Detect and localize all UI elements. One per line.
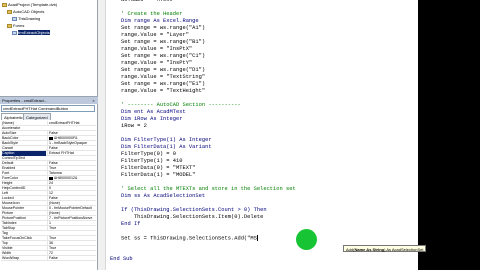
code-line[interactable]: range.Value = "InsPtX" xyxy=(121,46,192,53)
code-line[interactable]: range.Value = "Layer" xyxy=(121,32,189,39)
cursor-highlight-dot xyxy=(296,229,317,250)
folder-icon xyxy=(7,9,12,14)
folder-icon xyxy=(7,23,12,28)
properties-title-text: Properties - cmdExtract... xyxy=(2,98,48,103)
code-line[interactable]: range.Value = "TextString" xyxy=(121,74,205,81)
tree-item[interactable]: frmExtractObjects xyxy=(12,30,50,36)
code-line[interactable]: ThisDrawing.SelectionSets.Item(0).Delete xyxy=(121,214,263,221)
code-line[interactable]: FilterType(1) = 410 xyxy=(121,158,182,165)
code-line[interactable]: Dim FilterData(1) As Variant xyxy=(121,144,212,151)
tree-item[interactable]: AcadProject (Template.dvb) xyxy=(2,2,57,8)
color-swatch xyxy=(49,136,53,140)
intellisense-tooltip: Add(Name As String) As AcadSelectionSet xyxy=(343,245,427,252)
properties-tabs: Alphabetic Categorized xyxy=(1,113,95,120)
code-line[interactable]: End Sub xyxy=(110,256,133,263)
code-line[interactable]: Dim ss As AcadSelectionSet xyxy=(121,193,205,200)
code-line[interactable]: End If xyxy=(121,221,140,228)
code-line[interactable]: range.Value = "InsPtY" xyxy=(121,60,192,67)
tree-item-label: frmExtractObjects xyxy=(18,30,50,35)
module-icon xyxy=(12,16,17,21)
code-margin xyxy=(98,0,106,270)
tree-item-label: Forms xyxy=(13,23,25,28)
vba-editor-window: AcadProject (Template.dvb) AutoCAD Object… xyxy=(0,0,480,270)
object-dropdown[interactable]: cmdExtractFHTHat CommandButton xyxy=(1,105,95,112)
project-explorer: AcadProject (Template.dvb) AutoCAD Object… xyxy=(0,0,98,97)
code-line[interactable]: Set range = ws.range("D1") xyxy=(121,67,205,74)
code-line[interactable]: ' Create the Header xyxy=(121,11,182,18)
code-line[interactable]: Dim FilterType(1) As Integer xyxy=(121,137,212,144)
code-line[interactable]: Dim iRow As Integer xyxy=(121,116,182,123)
code-line[interactable]: ' -------- AutoCAD Section ---------- xyxy=(121,102,241,109)
code-line[interactable]: ws.Name = "MText" xyxy=(121,0,176,4)
code-line[interactable]: range.Value = "TextHeight" xyxy=(121,88,205,95)
code-line[interactable]: Set range = ws.range("C1") xyxy=(121,53,205,60)
tree-item[interactable]: Forms xyxy=(7,23,24,29)
tree-item-label: ThisDrawing xyxy=(18,16,41,21)
properties-title: Properties - cmdExtract... × xyxy=(0,97,98,104)
module-icon xyxy=(12,30,17,35)
tree-item-label: AutoCAD Objects xyxy=(13,9,45,14)
close-icon[interactable]: × xyxy=(91,98,96,103)
color-swatch xyxy=(49,176,53,180)
tooltip-rest: ) As AcadSelectionSet xyxy=(384,247,424,252)
code-line[interactable]: FilterData(1) = "MODEL" xyxy=(121,172,195,179)
tooltip-param: Name As String xyxy=(354,247,385,252)
tree-item[interactable]: AutoCAD Objects xyxy=(7,9,44,15)
tab-categorized[interactable]: Categorized xyxy=(23,113,51,120)
left-panes: AcadProject (Template.dvb) AutoCAD Object… xyxy=(0,0,98,270)
properties-window: Properties - cmdExtract... × cmdExtractF… xyxy=(0,97,98,270)
code-line[interactable]: Dim range As Excel.Range xyxy=(121,18,199,25)
property-name: WordWrap xyxy=(2,256,20,260)
property-row[interactable]: WordWrap False xyxy=(1,256,96,261)
code-line[interactable]: FilterData(0) = "MTEXT" xyxy=(121,165,195,172)
tree-item-label: AcadProject (Template.dvb) xyxy=(8,2,58,7)
code-line[interactable]: Set range = ws.range("A1") xyxy=(121,25,205,32)
code-line[interactable]: Dim ent As AcadMText xyxy=(121,109,186,116)
code-window[interactable]: ws.Name = "MText" ' Create the Header Dim … xyxy=(98,0,427,270)
code-line[interactable]: iRow = 2 xyxy=(121,123,147,130)
code-line[interactable]: ' Select all the MTEXTs and store in the… xyxy=(121,186,296,193)
text-caret xyxy=(256,235,258,241)
code-line[interactable]: If (ThisDrawing.SelectionSets.Count > 0)… xyxy=(121,207,267,214)
folder-icon xyxy=(2,2,7,7)
tree-item[interactable]: ThisDrawing xyxy=(12,16,40,22)
tab-alphabetic[interactable]: Alphabetic xyxy=(1,113,26,120)
code-line[interactable]: Set ss = ThisDrawing.SelectionSets.Add("… xyxy=(121,235,258,242)
code-line[interactable]: FilterType(0) = 0 xyxy=(121,151,176,158)
code-line[interactable]: Set range = ws.range("E1") xyxy=(121,81,205,88)
property-value[interactable]: False xyxy=(47,256,96,261)
code-line[interactable]: Set range = ws.range("B1") xyxy=(121,39,205,46)
